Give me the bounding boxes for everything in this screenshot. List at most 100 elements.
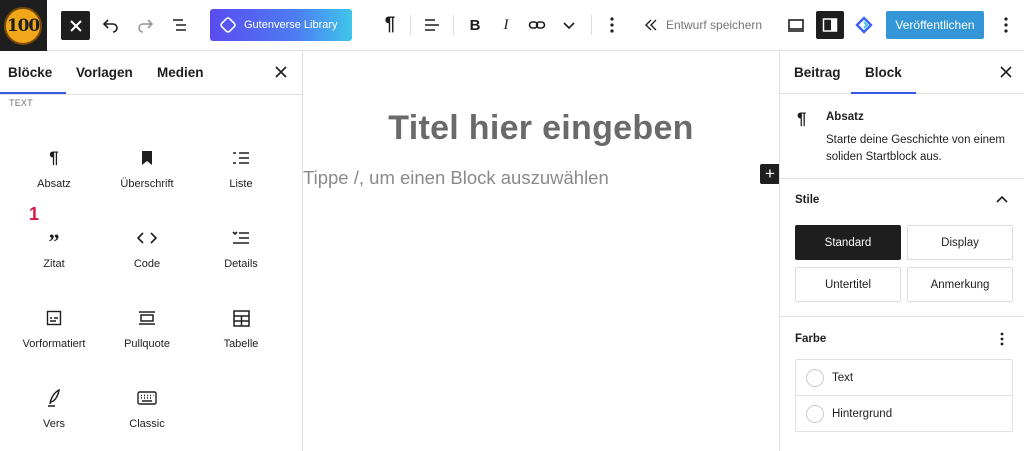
block-options-button[interactable] bbox=[600, 10, 624, 40]
toolbar-divider bbox=[591, 15, 592, 35]
sidebar-toggle-icon bbox=[822, 18, 838, 32]
styles-heading[interactable]: Stile bbox=[795, 194, 819, 206]
align-button[interactable] bbox=[420, 10, 444, 40]
block-item-label: Vers bbox=[42, 418, 65, 430]
details-icon bbox=[232, 231, 249, 244]
bookmark-icon bbox=[142, 151, 152, 165]
link-icon bbox=[528, 21, 546, 29]
add-block-button[interactable]: + bbox=[760, 164, 780, 184]
paragraph-icon: ¶ bbox=[49, 148, 59, 167]
block-placeholder[interactable]: Tippe /, um einen Block auszuwählen bbox=[303, 167, 609, 189]
post-title-input[interactable]: Titel hier eingeben bbox=[303, 109, 779, 148]
undo-button[interactable] bbox=[99, 10, 123, 40]
editor-header: 100 Gutenverse Library ¶ B I Entwurf spe… bbox=[0, 0, 1024, 51]
paragraph-transform-button[interactable]: ¶ bbox=[378, 10, 402, 40]
logo-badge: 100 bbox=[4, 7, 42, 45]
block-item-label: Code bbox=[133, 258, 161, 270]
tab-blocks[interactable]: Blöcke bbox=[0, 65, 67, 94]
code-icon bbox=[137, 232, 157, 244]
color-swatch bbox=[806, 405, 824, 423]
chevrons-left-icon bbox=[645, 19, 657, 31]
more-vertical-icon bbox=[1004, 17, 1008, 33]
undo-icon bbox=[102, 19, 118, 33]
block-item-classic[interactable]: Classic bbox=[102, 387, 192, 430]
chevron-up-icon[interactable] bbox=[996, 194, 1008, 204]
verse-icon bbox=[48, 389, 60, 407]
style-display-button[interactable]: Display bbox=[907, 225, 1013, 260]
style-anmerkung-button[interactable]: Anmerkung bbox=[907, 267, 1013, 302]
gutenverse-panel-button[interactable] bbox=[852, 10, 876, 40]
more-formats-button[interactable] bbox=[557, 10, 581, 40]
redo-button[interactable] bbox=[133, 10, 157, 40]
editor-canvas[interactable]: Titel hier eingeben Tippe /, um einen Bl… bbox=[303, 51, 780, 451]
close-inserter-panel-button[interactable] bbox=[272, 63, 290, 81]
toolbar-divider bbox=[453, 15, 454, 35]
save-draft-button[interactable]: Entwurf speichern bbox=[644, 10, 772, 40]
style-standard-button[interactable]: Standard bbox=[795, 225, 901, 260]
close-settings-button[interactable] bbox=[997, 63, 1015, 81]
block-inserter-panel: Blöcke Vorlagen Medien TEXT 1 ¶ Absatz Ü… bbox=[0, 51, 303, 451]
block-item-label: Absatz bbox=[37, 178, 71, 190]
settings-tabs: Beitrag Block bbox=[780, 51, 1024, 94]
italic-icon: I bbox=[503, 16, 509, 33]
color-option-label: Hintergrund bbox=[832, 408, 893, 420]
block-item-vers[interactable]: Vers bbox=[9, 387, 99, 430]
settings-sidebar: Beitrag Block ¶ Absatz Starte deine Gesc… bbox=[779, 51, 1024, 451]
align-icon bbox=[425, 19, 439, 31]
gutenverse-icon bbox=[218, 15, 238, 35]
tab-patterns[interactable]: Vorlagen bbox=[76, 65, 133, 80]
block-item-details[interactable]: Details bbox=[196, 227, 286, 270]
block-item-ueberschrift[interactable]: Überschrift bbox=[102, 147, 192, 190]
block-item-label: Details bbox=[224, 258, 258, 270]
italic-button[interactable]: I bbox=[494, 10, 518, 40]
bold-button[interactable]: B bbox=[463, 10, 487, 40]
redo-icon bbox=[138, 19, 154, 33]
block-item-liste[interactable]: Liste bbox=[196, 147, 286, 190]
styles-section: Stile Standard Display Untertitel Anmerk… bbox=[780, 179, 1024, 317]
plus-icon: + bbox=[765, 164, 775, 183]
style-untertitel-button[interactable]: Untertitel bbox=[795, 267, 901, 302]
block-item-zitat[interactable]: ” Zitat bbox=[9, 227, 99, 271]
color-options: Text Hintergrund bbox=[795, 359, 1013, 432]
pullquote-icon bbox=[139, 311, 155, 325]
more-vertical-icon[interactable] bbox=[1000, 332, 1004, 346]
paragraph-icon: ¶ bbox=[384, 14, 396, 35]
gutenverse-library-label: Gutenverse Library bbox=[244, 19, 338, 31]
document-overview-button[interactable] bbox=[168, 10, 192, 40]
block-card: ¶ Absatz Starte deine Geschichte von ein… bbox=[780, 94, 1024, 179]
preview-button[interactable] bbox=[784, 10, 808, 40]
block-item-label: Pullquote bbox=[124, 338, 170, 350]
block-item-code[interactable]: Code bbox=[102, 227, 192, 270]
site-logo[interactable]: 100 bbox=[0, 0, 47, 51]
bold-icon: B bbox=[469, 16, 481, 34]
tab-post[interactable]: Beitrag bbox=[794, 65, 841, 80]
options-menu-button[interactable] bbox=[994, 10, 1018, 40]
preformatted-icon bbox=[46, 310, 62, 326]
close-inserter-button[interactable] bbox=[61, 11, 90, 40]
block-item-pullquote[interactable]: Pullquote bbox=[102, 307, 192, 350]
tab-block[interactable]: Block bbox=[851, 65, 916, 94]
publish-button[interactable]: Veröffentlichen bbox=[886, 11, 984, 39]
block-item-label: Zitat bbox=[43, 258, 65, 270]
link-button[interactable] bbox=[525, 10, 549, 40]
color-swatch bbox=[806, 368, 824, 387]
annotation-marker: 1 bbox=[29, 204, 40, 224]
block-item-label: Liste bbox=[229, 178, 253, 190]
block-item-absatz[interactable]: ¶ Absatz bbox=[9, 147, 99, 190]
block-item-label: Vorformatiert bbox=[22, 338, 86, 350]
close-icon bbox=[1000, 66, 1012, 78]
block-item-label: Tabelle bbox=[223, 338, 259, 350]
settings-sidebar-toggle[interactable] bbox=[816, 11, 844, 39]
color-heading: Farbe bbox=[795, 333, 827, 345]
color-background-option[interactable]: Hintergrund bbox=[796, 396, 1012, 432]
keyboard-icon bbox=[137, 391, 157, 405]
block-description: Starte deine Geschichte von einem solide… bbox=[826, 134, 1005, 163]
tab-media[interactable]: Medien bbox=[157, 65, 204, 80]
block-item-tabelle[interactable]: Tabelle bbox=[196, 307, 286, 350]
close-icon bbox=[69, 19, 82, 32]
block-item-vorformatiert[interactable]: Vorformatiert bbox=[9, 307, 99, 350]
color-text-option[interactable]: Text bbox=[796, 360, 1012, 396]
save-draft-label: Entwurf speichern bbox=[666, 18, 763, 32]
list-icon bbox=[233, 152, 249, 164]
gutenverse-library-button[interactable]: Gutenverse Library bbox=[210, 9, 352, 41]
